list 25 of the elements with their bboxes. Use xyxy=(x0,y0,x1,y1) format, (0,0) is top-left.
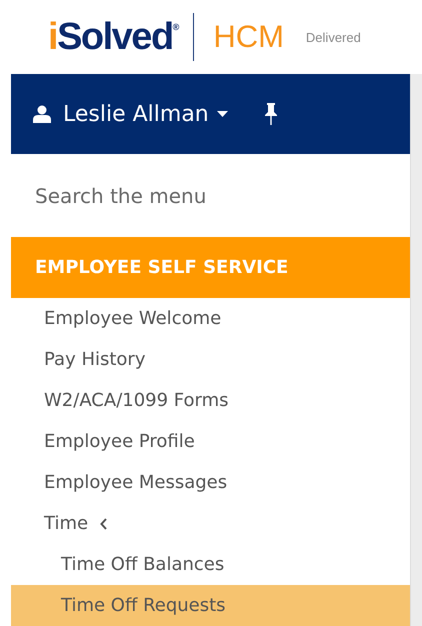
caret-icon xyxy=(216,111,228,117)
menu-item[interactable]: Time Off Balances xyxy=(11,544,410,585)
user-icon xyxy=(33,105,51,123)
menu-item-label: W2/ACA/1099 Forms xyxy=(44,390,229,411)
tagline: Delivered xyxy=(306,30,361,44)
menu-item-label: Employee Messages xyxy=(44,472,228,493)
menu-item-label: Employee Profile xyxy=(44,431,195,452)
menu-item[interactable]: Employee Welcome xyxy=(11,298,410,339)
menu-item[interactable]: Pay History xyxy=(11,339,410,380)
menu-item-label: Employee Welcome xyxy=(44,308,222,329)
chevron-left-icon xyxy=(100,518,108,530)
menu-item[interactable]: Employee Messages xyxy=(11,462,410,503)
user-menu-button[interactable]: Leslie Allman xyxy=(63,102,228,126)
menu-item[interactable]: W2/ACA/1099 Forms xyxy=(11,380,410,421)
pin-icon[interactable] xyxy=(264,103,278,125)
menu-item-label: Time Off Balances xyxy=(61,554,224,575)
menu-item[interactable]: Employee Profile xyxy=(11,421,410,462)
menu-item-label: Pay History xyxy=(44,349,146,370)
menu-item-label: Time Off Requests xyxy=(61,595,226,616)
menu-item[interactable]: Time Off Requests xyxy=(11,585,410,626)
product-name: HCM xyxy=(213,19,284,55)
menu-item[interactable]: Time xyxy=(11,503,410,544)
section-heading: EMPLOYEE SELF SERVICE xyxy=(11,237,410,298)
menu-item-label: Time xyxy=(44,513,88,534)
logo: iSolved$^{®}$ xyxy=(48,16,180,58)
